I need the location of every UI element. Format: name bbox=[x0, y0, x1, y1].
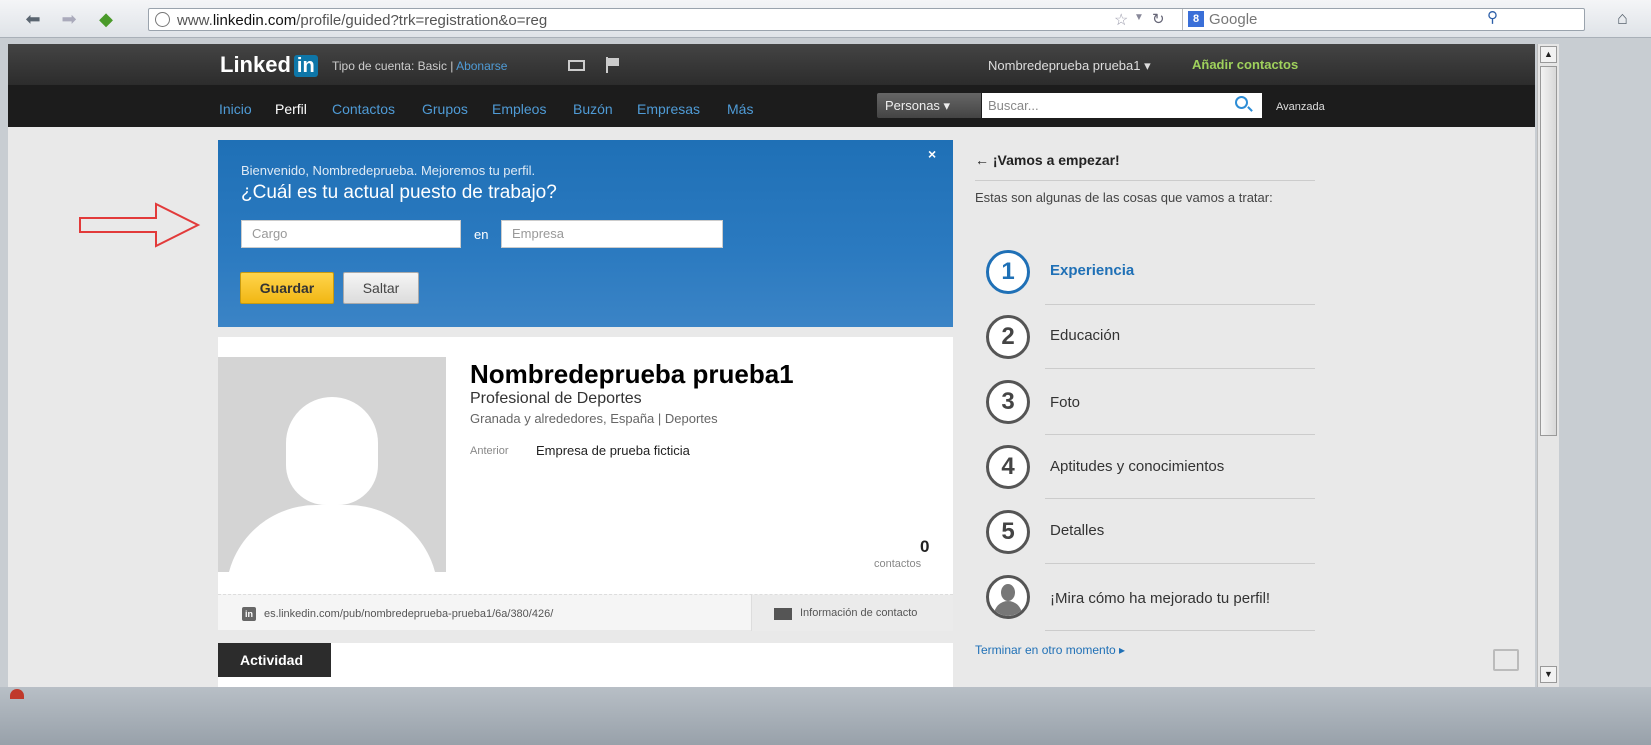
previous-label: Anterior bbox=[470, 445, 509, 457]
main-nav: Inicio Perfil Contactos Grupos Empleos B… bbox=[8, 85, 1535, 127]
back-arrow-icon[interactable]: ⬅ bbox=[22, 9, 44, 29]
profile-card: Nombredeprueba prueba1 Profesional de De… bbox=[218, 337, 953, 631]
step-5-circle: 5 bbox=[986, 510, 1030, 554]
search-engine-box[interactable]: 8 Google bbox=[1182, 9, 1532, 30]
step-skills[interactable]: Aptitudes y conocimientos bbox=[1050, 458, 1224, 475]
finish-later-link[interactable]: Terminar en otro momento ▸ bbox=[975, 643, 1125, 657]
step-details[interactable]: Detalles bbox=[1050, 522, 1104, 539]
guide-title[interactable]: ← ¡Vamos a empezar! bbox=[975, 152, 1120, 168]
connections-count: 0 bbox=[920, 537, 930, 556]
nav-perfil[interactable]: Perfil bbox=[275, 101, 307, 117]
linkedin-logo[interactable]: Linked in bbox=[220, 52, 318, 78]
add-contacts-link[interactable]: Añadir contactos bbox=[1192, 57, 1298, 72]
nav-empleos[interactable]: Empleos bbox=[492, 101, 546, 117]
browser-toolbar: ⬅ ➡ ◆ www.linkedin.com/profile/guided?tr… bbox=[0, 0, 1651, 38]
welcome-intro: Bienvenido, Nombredeprueba. Mejoremos tu… bbox=[241, 163, 536, 178]
search-icon[interactable] bbox=[1235, 96, 1248, 109]
step-experience[interactable]: Experiencia bbox=[1050, 262, 1134, 279]
tab-activity[interactable]: Actividad bbox=[218, 643, 331, 677]
url-text: www.linkedin.com/profile/guided?trk=regi… bbox=[177, 12, 548, 29]
step-1-circle: 1 bbox=[986, 250, 1030, 294]
step-education[interactable]: Educación bbox=[1050, 327, 1120, 344]
scroll-down-icon[interactable]: ▼ bbox=[1540, 666, 1557, 683]
public-profile-url[interactable]: es.linkedin.com/pub/nombredeprueba-prueb… bbox=[264, 608, 553, 620]
mail-icon[interactable] bbox=[568, 60, 585, 71]
step-3-circle: 3 bbox=[986, 380, 1030, 424]
annotation-arrow-icon bbox=[79, 202, 201, 248]
scroll-up-icon[interactable]: ▲ bbox=[1540, 46, 1557, 63]
company-input[interactable]: Empresa bbox=[501, 220, 723, 248]
nav-contactos[interactable]: Contactos bbox=[332, 101, 395, 117]
browser-search-icon[interactable]: ⚲ bbox=[1487, 8, 1498, 26]
connections-label: contactos bbox=[874, 558, 922, 570]
status-bar bbox=[0, 687, 1651, 745]
account-type: Tipo de cuenta: Basic | Abonarse bbox=[332, 59, 508, 73]
divider bbox=[975, 180, 1315, 181]
upgrade-link[interactable]: Abonarse bbox=[456, 59, 507, 73]
scrollbar[interactable]: ▲ ▼ bbox=[1537, 44, 1559, 687]
search-engine-name: Google bbox=[1209, 11, 1258, 28]
linkedin-small-icon: in bbox=[242, 607, 256, 621]
home-icon[interactable]: ⌂ bbox=[1617, 8, 1628, 29]
activity-section: Actividad bbox=[218, 643, 953, 687]
profile-headline: Profesional de Deportes bbox=[470, 390, 642, 407]
share-icon[interactable] bbox=[1493, 649, 1519, 671]
nav-mas[interactable]: Más bbox=[727, 101, 753, 117]
nav-inicio[interactable]: Inicio bbox=[219, 101, 252, 117]
nav-empresas[interactable]: Empresas bbox=[637, 101, 700, 117]
step-2-circle: 2 bbox=[986, 315, 1030, 359]
guide-description: Estas son algunas de las cosas que vamos… bbox=[975, 190, 1273, 205]
scroll-thumb[interactable] bbox=[1540, 66, 1557, 436]
reload-icon[interactable]: ↻ bbox=[1152, 10, 1165, 28]
profile-photo-placeholder[interactable] bbox=[218, 357, 446, 572]
addon-icon[interactable]: ◆ bbox=[95, 9, 117, 29]
linkedin-topbar: Linked in Tipo de cuenta: Basic | Abonars… bbox=[8, 44, 1535, 85]
google-logo-icon[interactable]: 8 bbox=[1188, 11, 1204, 27]
search-input[interactable]: Buscar... bbox=[982, 93, 1262, 118]
skip-button[interactable]: Saltar bbox=[343, 272, 419, 304]
save-button[interactable]: Guardar bbox=[240, 272, 334, 304]
previous-company: Empresa de prueba ficticia bbox=[536, 443, 690, 458]
globe-icon bbox=[155, 12, 170, 27]
profile-name: Nombredeprueba prueba1 bbox=[470, 359, 794, 389]
nav-grupos[interactable]: Grupos bbox=[422, 101, 468, 117]
contact-info-button[interactable]: Información de contacto bbox=[751, 595, 953, 631]
step-4-circle: 4 bbox=[986, 445, 1030, 489]
step-photo[interactable]: Foto bbox=[1050, 394, 1080, 411]
profile-footer: in es.linkedin.com/pub/nombredeprueba-pr… bbox=[218, 594, 953, 631]
job-question: ¿Cuál es tu actual puesto de trabajo? bbox=[241, 182, 557, 203]
search-type-select[interactable]: Personas ▾ bbox=[877, 93, 981, 118]
profile-location: Granada y alrededores, España | Deportes bbox=[470, 411, 718, 426]
user-menu[interactable]: Nombredeprueba prueba1 ▾ bbox=[988, 58, 1151, 74]
contact-card-icon bbox=[774, 608, 792, 620]
flag-icon[interactable] bbox=[606, 57, 620, 73]
at-label: en bbox=[474, 227, 489, 242]
status-icon bbox=[10, 689, 24, 699]
address-bar[interactable]: www.linkedin.com/profile/guided?trk=regi… bbox=[148, 8, 1585, 31]
step-final[interactable]: ¡Mira cómo ha mejorado tu perfil! bbox=[1050, 590, 1270, 607]
bookmark-star-icon[interactable]: ☆ bbox=[1114, 10, 1128, 30]
close-icon[interactable]: × bbox=[928, 146, 936, 162]
avatar-icon bbox=[986, 575, 1030, 619]
history-dropdown-icon[interactable]: ▼ bbox=[1134, 12, 1144, 23]
job-title-input[interactable]: Cargo bbox=[241, 220, 461, 248]
nav-buzon[interactable]: Buzón bbox=[573, 101, 613, 117]
advanced-search-link[interactable]: Avanzada bbox=[1276, 101, 1325, 113]
forward-arrow-icon[interactable]: ➡ bbox=[58, 9, 80, 29]
guided-profile-panel: × Bienvenido, Nombredeprueba. Mejoremos … bbox=[218, 140, 953, 327]
contact-info-label: Información de contacto bbox=[800, 607, 918, 619]
